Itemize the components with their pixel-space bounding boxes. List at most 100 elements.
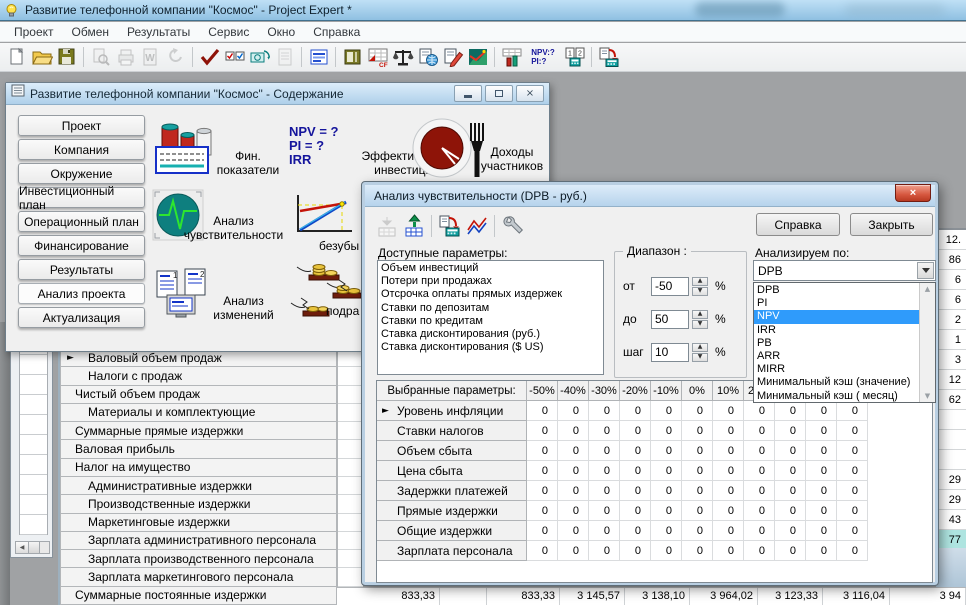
nav-button-Окружение[interactable]: Окружение [18, 163, 145, 184]
new-doc-icon[interactable] [4, 46, 29, 69]
value-cell[interactable]: 0 [775, 461, 806, 481]
breakeven-icon[interactable] [290, 193, 356, 242]
value-cell[interactable]: 0 [527, 461, 558, 481]
cashflow-table-icon[interactable]: CF [365, 46, 390, 69]
value-cell[interactable]: 0 [527, 541, 558, 561]
value-cell[interactable]: 0 [682, 521, 713, 541]
dropdown-option[interactable]: PB [754, 337, 919, 350]
book-icon[interactable] [340, 46, 365, 69]
nav-button-Проект[interactable]: Проект [18, 115, 145, 136]
value-cell[interactable]: 0 [589, 401, 620, 421]
param-list-item[interactable]: Ставка дисконтирования ($ US) [378, 341, 603, 354]
table-chart-icon[interactable] [499, 46, 524, 69]
value-cell[interactable]: 0 [744, 481, 775, 501]
participants-income-label[interactable]: Доходы участников [468, 145, 556, 173]
value-cell[interactable]: 0 [527, 421, 558, 441]
graph-icon[interactable] [463, 213, 490, 238]
value-cell[interactable]: 0 [620, 421, 651, 441]
minimize-button[interactable] [454, 85, 482, 102]
range-input-шаг[interactable] [651, 343, 689, 362]
dropdown-option[interactable]: MIRR [754, 363, 919, 376]
restore-button[interactable] [485, 85, 513, 102]
doc-money-icon[interactable] [415, 46, 440, 69]
value-cell[interactable]: 0 [558, 401, 589, 421]
value-cell[interactable]: 0 [558, 421, 589, 441]
value-cell[interactable]: 0 [620, 541, 651, 561]
value-cell[interactable]: 0 [713, 501, 744, 521]
value-cell[interactable]: 0 [744, 441, 775, 461]
value-cell[interactable]: 0 [713, 521, 744, 541]
param-list-item[interactable]: Потери при продажах [378, 275, 603, 288]
export-calc-icon[interactable] [596, 46, 621, 69]
menu-item-Сервис[interactable]: Сервис [199, 23, 258, 41]
nav-button-Инвестиционный план[interactable]: Инвестиционный план [18, 187, 145, 208]
spin-down-icon[interactable]: ▼ [692, 353, 708, 362]
value-cell[interactable]: 0 [806, 461, 837, 481]
value-cell[interactable]: 0 [651, 541, 682, 561]
value-cell[interactable]: 0 [744, 461, 775, 481]
value-cell[interactable]: 0 [620, 401, 651, 421]
dropdown-option[interactable]: NPV [754, 310, 919, 323]
dropdown-option[interactable]: IRR [754, 324, 919, 337]
value-cell[interactable]: 0 [806, 421, 837, 441]
value-cell[interactable]: 0 [682, 541, 713, 561]
range-input-от[interactable] [651, 277, 689, 296]
save-icon[interactable] [54, 46, 79, 69]
value-cell[interactable]: 0 [775, 541, 806, 561]
spin-down-icon[interactable]: ▼ [692, 320, 708, 329]
value-cell[interactable]: 0 [837, 521, 868, 541]
menu-item-Результаты[interactable]: Результаты [118, 23, 199, 41]
chart-icon[interactable] [465, 46, 490, 69]
value-cell[interactable]: 0 [620, 461, 651, 481]
dropdown-option[interactable]: PI [754, 297, 919, 310]
value-cell[interactable]: 0 [837, 501, 868, 521]
spinner[interactable]: ▲▼ [692, 277, 708, 296]
scroll-up-icon[interactable]: ▲ [925, 283, 930, 295]
report-icon[interactable] [436, 213, 463, 238]
compare-icon[interactable] [222, 46, 247, 69]
menu-item-Окно[interactable]: Окно [258, 23, 304, 41]
value-cell[interactable]: 0 [589, 521, 620, 541]
value-cell[interactable]: 0 [558, 441, 589, 461]
analyze-by-combobox[interactable]: DPB [753, 260, 936, 281]
dropdown-option[interactable]: Минимальный кэш (значение) [754, 376, 919, 389]
spin-down-icon[interactable]: ▼ [692, 287, 708, 296]
dialog-close-icon[interactable]: × [895, 184, 931, 202]
spin-up-icon[interactable]: ▲ [692, 310, 708, 319]
value-cell[interactable]: 0 [713, 421, 744, 441]
value-cell[interactable]: 0 [775, 521, 806, 541]
value-cell[interactable]: 0 [775, 441, 806, 461]
npv-pi-icon[interactable]: NPV:?PI:? [524, 46, 562, 69]
spinner[interactable]: ▲▼ [692, 310, 708, 329]
financial-indicators-label[interactable]: Фин. показатели [198, 149, 298, 177]
nav-button-Операционный план[interactable]: Операционный план [18, 211, 145, 232]
value-cell[interactable]: 0 [527, 401, 558, 421]
breakeven-label[interactable]: безубы [319, 239, 365, 253]
param-list-item[interactable]: Объем инвестиций [378, 262, 603, 275]
value-cell[interactable]: 0 [620, 521, 651, 541]
value-cell[interactable]: 0 [651, 521, 682, 541]
value-cell[interactable]: 0 [620, 441, 651, 461]
value-cell[interactable]: 0 [744, 521, 775, 541]
nav-button-Анализ проекта[interactable]: Анализ проекта [18, 283, 145, 304]
nav-button-Результаты[interactable]: Результаты [18, 259, 145, 280]
value-cell[interactable]: 0 [713, 541, 744, 561]
value-cell[interactable]: 0 [589, 441, 620, 461]
value-cell[interactable]: 0 [589, 461, 620, 481]
value-cell[interactable]: 0 [775, 481, 806, 501]
param-list-item[interactable]: Ставки по кредитам [378, 315, 603, 328]
scrollbar-thumb[interactable] [29, 542, 40, 553]
export-icon[interactable] [400, 213, 427, 238]
value-cell[interactable]: 0 [713, 481, 744, 501]
combobox-dropdown-button[interactable] [917, 262, 934, 279]
tools-icon[interactable] [499, 213, 526, 238]
value-cell[interactable]: 0 [651, 441, 682, 461]
value-cell[interactable]: 0 [837, 401, 868, 421]
nav-button-Актуализация[interactable]: Актуализация [18, 307, 145, 328]
nav-button-Компания[interactable]: Компания [18, 139, 145, 160]
value-cell[interactable]: 0 [558, 521, 589, 541]
calc-pages-icon[interactable]: 12 [562, 46, 587, 69]
value-cell[interactable]: 0 [682, 501, 713, 521]
value-cell[interactable]: 0 [713, 441, 744, 461]
value-cell[interactable]: 0 [589, 481, 620, 501]
